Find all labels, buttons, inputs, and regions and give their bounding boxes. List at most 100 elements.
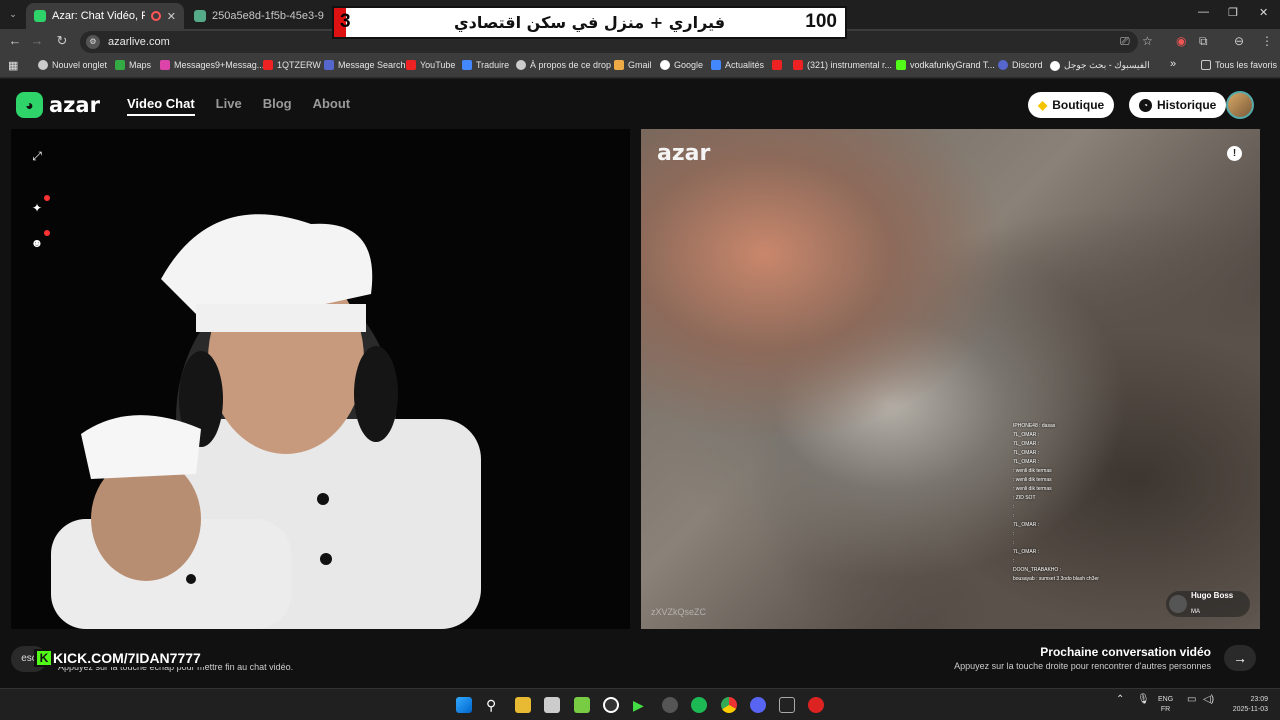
bookmark-item[interactable]: Gmail bbox=[614, 60, 652, 70]
banner-right-number: 100 bbox=[805, 11, 837, 32]
bookmark-item[interactable]: Google bbox=[660, 60, 703, 70]
app-icon[interactable] bbox=[574, 697, 590, 713]
obs-icon[interactable] bbox=[603, 697, 619, 713]
close-window-icon[interactable]: ✕ bbox=[1259, 6, 1268, 19]
clock[interactable]: 23:09 2025-11-03 bbox=[1222, 695, 1268, 715]
google-icon bbox=[1050, 60, 1060, 71]
tab-azar[interactable]: Azar: Chat Vidéo, Rencontr ✕ bbox=[26, 3, 184, 29]
tab-title: Azar: Chat Vidéo, Rencontr bbox=[52, 10, 145, 22]
spotify-icon[interactable] bbox=[691, 697, 707, 713]
nav-live[interactable]: Live bbox=[216, 96, 242, 116]
tray-chevron-icon[interactable]: ⌃ bbox=[1116, 695, 1124, 705]
more-bookmarks-chevron-icon[interactable]: » bbox=[1170, 58, 1176, 70]
profile-icon[interactable]: ⊖ bbox=[1234, 34, 1244, 48]
next-chat-arrow-button[interactable]: → bbox=[1224, 645, 1256, 671]
tab-title: 250a5e8d-1f5b-45e3-954c-39 bbox=[212, 10, 324, 22]
reload-icon[interactable]: ↻ bbox=[53, 33, 71, 49]
youtube-icon[interactable] bbox=[808, 697, 824, 713]
report-alert-icon[interactable]: ! bbox=[1227, 146, 1242, 161]
mask-face-icon[interactable]: ☻ bbox=[30, 236, 44, 250]
notification-dot bbox=[44, 195, 50, 201]
maximize-icon[interactable]: ❐ bbox=[1228, 6, 1238, 19]
bookmark-label: Message Search bbox=[338, 60, 406, 70]
url-text: azarlive.com bbox=[108, 36, 170, 48]
nav-blog[interactable]: Blog bbox=[263, 96, 292, 116]
peer-info-chip[interactable]: Hugo Boss MA bbox=[1166, 591, 1250, 617]
app-icon[interactable] bbox=[662, 697, 678, 713]
volume-icon[interactable]: ◁) bbox=[1203, 695, 1214, 705]
page-favicon-icon bbox=[194, 10, 206, 22]
extension-icon[interactable]: ◉ bbox=[1176, 34, 1186, 48]
site-info-icon[interactable]: ⚙ bbox=[86, 35, 100, 49]
forward-arrow-icon[interactable]: → bbox=[28, 33, 46, 48]
menu-dots-icon[interactable]: ⋮ bbox=[1261, 34, 1273, 48]
cast-icon[interactable]: ⎚ bbox=[1120, 34, 1130, 49]
kick-stream-tag: K KICK.COM/7IDAN7777 bbox=[34, 649, 204, 667]
boutique-button[interactable]: ◆ Boutique bbox=[1028, 92, 1115, 118]
nav-video-chat[interactable]: Video Chat bbox=[127, 96, 195, 116]
peer-name: Hugo Boss bbox=[1191, 590, 1234, 600]
bookmark-item[interactable] bbox=[772, 60, 782, 70]
chat-line: : bbox=[1013, 558, 1015, 564]
globe-icon bbox=[38, 60, 48, 70]
youtube-icon bbox=[406, 60, 416, 70]
bookmark-item[interactable]: Maps bbox=[115, 60, 151, 70]
lang-code: ENG bbox=[1158, 696, 1174, 703]
bookmark-item[interactable]: (321) instrumental r... bbox=[793, 60, 892, 70]
bookmark-star-icon[interactable]: ☆ bbox=[1142, 34, 1153, 48]
bookmark-item[interactable]: Actualités bbox=[711, 60, 764, 70]
extensions-puzzle-icon[interactable]: ⧉ bbox=[1199, 34, 1208, 49]
windows-taskbar: ⚲ ▶ ⌃ 🎙 ENG FR ▭ ◁) 23:09 2025-11-03 bbox=[0, 688, 1280, 720]
azar-logo[interactable]: ◕ azar bbox=[16, 92, 100, 118]
file-explorer-icon[interactable] bbox=[515, 697, 531, 713]
bookmark-label: Nouvel onglet bbox=[52, 60, 108, 70]
chat-line: 7L_OMAR : bbox=[1013, 432, 1040, 438]
bookmark-item[interactable]: Message Search bbox=[324, 60, 406, 70]
stream-chat-overlay: IPHONE48 : dasas 7L_OMAR : 7L_OMAR : 7L_… bbox=[1013, 423, 1133, 585]
bookmark-label: Gmail bbox=[628, 60, 652, 70]
discord-icon[interactable] bbox=[750, 697, 766, 713]
historique-button[interactable]: ◔ Historique bbox=[1129, 92, 1227, 118]
network-icon[interactable]: ▭ bbox=[1187, 695, 1196, 705]
chat-line: 7L_OMAR : bbox=[1013, 522, 1040, 528]
close-tab-icon[interactable]: ✕ bbox=[167, 10, 176, 23]
language-indicator[interactable]: ENG FR bbox=[1158, 695, 1173, 715]
stream-overlay-banner: 3 فيراري + منزل في سكن اقتصادي 100 bbox=[332, 6, 847, 39]
bookmark-item[interactable]: À propos de ce drop bbox=[516, 60, 611, 70]
tab-second[interactable]: 250a5e8d-1f5b-45e3-954c-39 bbox=[186, 3, 332, 29]
chat-line: : bbox=[1013, 540, 1015, 546]
all-favorites-label: Tous les favoris bbox=[1215, 60, 1278, 70]
time: 23:09 bbox=[1250, 696, 1268, 703]
kick-icon bbox=[896, 60, 906, 70]
apps-grid-icon[interactable]: ▦ bbox=[8, 59, 18, 72]
bookmark-item[interactable]: Nouvel onglet bbox=[38, 60, 107, 70]
chrome-icon[interactable] bbox=[721, 697, 737, 713]
microphone-icon[interactable]: 🎙 bbox=[1137, 695, 1150, 705]
bookmark-item[interactable]: vodkafunkyGrand T... bbox=[896, 60, 995, 70]
next-chat-title: Prochaine conversation vidéo bbox=[1040, 645, 1211, 659]
bookmark-item[interactable]: Traduire bbox=[462, 60, 509, 70]
back-arrow-icon[interactable]: ← bbox=[6, 33, 24, 48]
bookmark-item[interactable]: YouTube bbox=[406, 60, 455, 70]
bookmark-item[interactable]: 1QTZERW bbox=[263, 60, 321, 70]
chat-line: 7L_OMAR : bbox=[1013, 549, 1040, 555]
chat-line: : bbox=[1013, 531, 1015, 537]
play-icon[interactable]: ▶ bbox=[633, 697, 649, 713]
bookmark-item[interactable]: Messages9+Messag... bbox=[160, 60, 264, 70]
fullscreen-toggle-icon[interactable]: ⤢ bbox=[30, 149, 44, 163]
all-favorites[interactable]: Tous les favoris bbox=[1201, 60, 1277, 70]
next-chat-hint: Appuyez sur la touche droite pour rencon… bbox=[954, 661, 1211, 671]
avatar[interactable] bbox=[1226, 91, 1254, 119]
search-icon[interactable]: ⚲ bbox=[486, 697, 502, 713]
epic-games-icon[interactable] bbox=[779, 697, 795, 713]
store-icon[interactable] bbox=[544, 697, 560, 713]
youtube-icon bbox=[772, 60, 782, 70]
bookmark-item[interactable]: Discord bbox=[998, 60, 1043, 70]
start-windows-icon[interactable] bbox=[456, 697, 472, 713]
effects-sparkle-icon[interactable]: ✦ bbox=[30, 201, 44, 215]
tab-search-chevron-icon[interactable]: ⌄ bbox=[5, 6, 21, 22]
bookmark-label: vodkafunkyGrand T... bbox=[910, 60, 995, 70]
minimize-icon[interactable]: — bbox=[1198, 6, 1209, 18]
nav-about[interactable]: About bbox=[313, 96, 351, 116]
bookmark-item[interactable]: الفيسبوك - بحث جوجل bbox=[1050, 60, 1150, 71]
